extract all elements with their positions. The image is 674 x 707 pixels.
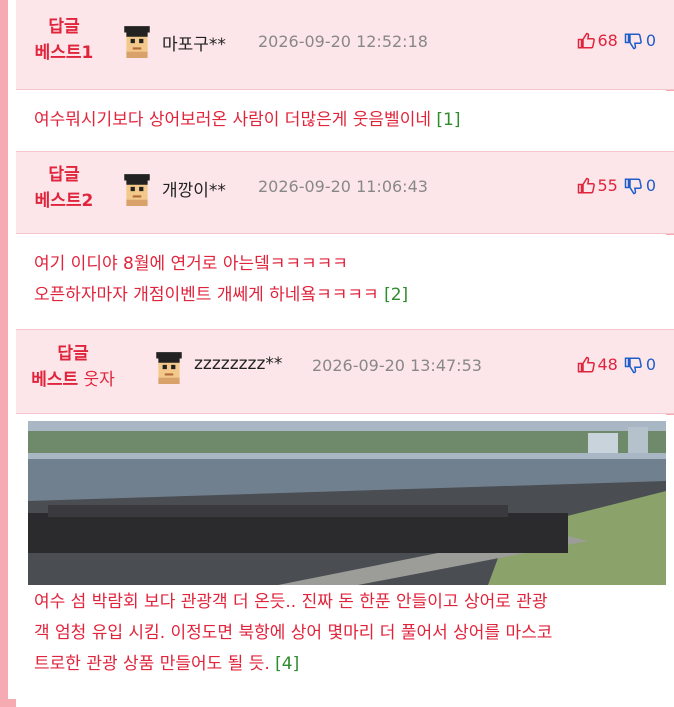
best-rank: 베스트 [31, 370, 79, 390]
reply-label: 답글 [57, 344, 89, 364]
thumbs-down-icon[interactable] [624, 356, 642, 374]
comment-line: 객 엄청 유입 시킴. 이정도면 북항에 상어 몇마리 더 풀어서 상어를 마스… [34, 623, 553, 643]
best-rank: 베스트2 [34, 191, 94, 211]
comment-list: 답글 베스트1 마포구** 2026-09-20 12:52:18 68 0 여… [0, 0, 674, 707]
best-rank-label: 답글 베스트2 [24, 162, 104, 214]
upvote-count: 55 [597, 176, 618, 195]
vote-group: 68 0 [577, 31, 656, 50]
comment-body: 여기 이디야 8월에 연거로 아는뎈ㅋㅋㅋㅋㅋ 오픈하자마자 개점이벤트 개쎄게… [16, 235, 674, 330]
reply-label: 답글 [48, 17, 80, 37]
nickname[interactable]: zzzzzzzz** [194, 354, 282, 374]
comment-line: 여수뭐시기보다 상어보러온 사람이 더많은게 웃음벨이네 [34, 110, 431, 130]
nickname[interactable]: 개깡이** [162, 176, 226, 201]
comment-text: 여수뭐시기보다 상어보러온 사람이 더많은게 웃음벨이네 [1] [34, 105, 460, 136]
timestamp: 2026-09-20 11:06:43 [258, 177, 428, 196]
upvote-count: 48 [597, 355, 618, 374]
downvote-count: 0 [645, 31, 656, 50]
category-label: 웃자 [78, 370, 115, 390]
thumbs-up-icon[interactable] [577, 32, 596, 50]
comment-line: 여수 섬 박람회 보다 관광객 더 온듯.. 진짜 돈 한푼 안들이고 상어로 … [34, 592, 548, 612]
downvote-count: 0 [645, 355, 656, 374]
upvote-count: 68 [597, 31, 618, 50]
pixel-avatar-icon[interactable] [120, 24, 154, 58]
thumbs-down-icon[interactable] [624, 177, 642, 195]
thumbs-up-icon[interactable] [577, 356, 596, 374]
vote-group: 55 0 [577, 176, 656, 195]
reference-link[interactable]: [4] [275, 654, 299, 674]
thumbs-down-icon[interactable] [624, 32, 642, 50]
attached-photo[interactable] [28, 421, 666, 585]
timestamp: 2026-09-20 12:52:18 [258, 32, 428, 51]
reply-label: 답글 [48, 165, 80, 185]
comment-line: 오픈하자마자 개점이벤트 개쎄게 하네욬ㅋㅋㅋㅋ [34, 285, 379, 305]
comment-line: 여기 이디야 8월에 연거로 아는뎈ㅋㅋㅋㅋㅋ [34, 254, 348, 274]
pixel-avatar-icon[interactable] [120, 172, 154, 206]
comment-body: 여수뭐시기보다 상어보러온 사람이 더많은게 웃음벨이네 [1] [16, 91, 674, 152]
comment-body: 여수 섬 박람회 보다 관광객 더 온듯.. 진짜 돈 한푼 안들이고 상어로 … [16, 415, 674, 707]
comment-header: 답글 베스트 웃자 zzzzzzzz** 2026-09-20 13:47:53… [16, 330, 674, 414]
pixel-avatar-icon[interactable] [152, 350, 186, 384]
comment-line: 트로한 관광 상품 만들어도 될 듯. [34, 654, 270, 674]
comment-header: 답글 베스트1 마포구** 2026-09-20 12:52:18 68 0 [16, 0, 674, 90]
thumbs-up-icon[interactable] [577, 177, 596, 195]
reference-link[interactable]: [2] [384, 285, 408, 305]
comment-header: 답글 베스트2 개깡이** 2026-09-20 11:06:43 55 0 [16, 152, 674, 234]
downvote-count: 0 [645, 176, 656, 195]
timestamp: 2026-09-20 13:47:53 [312, 356, 482, 375]
reference-link[interactable]: [1] [436, 110, 460, 130]
nickname[interactable]: 마포구** [162, 30, 226, 55]
vote-group: 48 0 [577, 355, 656, 374]
comment-text: 여기 이디야 8월에 연거로 아는뎈ㅋㅋㅋㅋㅋ 오픈하자마자 개점이벤트 개쎄게… [34, 249, 408, 311]
comment-text: 여수 섬 박람회 보다 관광객 더 온듯.. 진짜 돈 한푼 안들이고 상어로 … [34, 587, 552, 680]
best-rank-label: 답글 베스트1 [24, 14, 104, 66]
best-rank: 베스트1 [34, 43, 94, 63]
best-rank-label: 답글 베스트 웃자 [24, 341, 122, 393]
